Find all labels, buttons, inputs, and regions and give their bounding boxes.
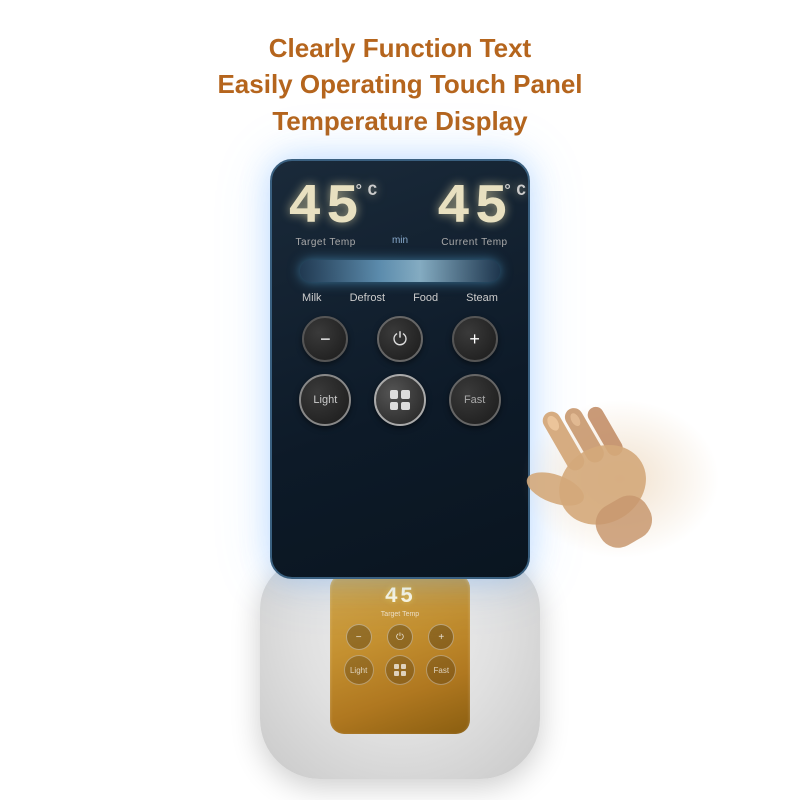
gold-bottom-row: Light Fast <box>338 655 462 685</box>
mode-food: Food <box>413 292 438 304</box>
header-line2: Easily Operating Touch Panel <box>217 66 582 102</box>
gold-grid-btn[interactable] <box>385 655 415 685</box>
bottom-btn-row: Light Fast <box>288 374 512 426</box>
power-icon: ⏻ <box>393 329 407 350</box>
gold-light-btn[interactable]: Light <box>344 655 374 685</box>
current-temp-block: 45°C Current Temp <box>437 179 512 248</box>
header-line3: Temperature Display <box>217 103 582 139</box>
mode-steam: Steam <box>466 292 498 304</box>
grid-cell-1 <box>390 390 399 399</box>
fast-button[interactable]: Fast <box>449 374 501 426</box>
gold-grid-cell-4 <box>401 671 406 676</box>
grid-button[interactable] <box>374 374 426 426</box>
target-temp-block: 45°C Target Temp <box>288 179 363 248</box>
power-button[interactable]: ⏻ <box>377 316 423 362</box>
device-body: 45 Target Temp − ⏻ + Light <box>260 559 540 779</box>
target-degree: °C <box>354 183 381 199</box>
grid-cell-4 <box>401 402 410 411</box>
gold-grid-cell-1 <box>394 664 399 669</box>
gold-fast-btn[interactable]: Fast <box>426 655 456 685</box>
min-badge: min <box>392 235 408 246</box>
gold-plus-btn[interactable]: + <box>428 624 454 650</box>
plus-button[interactable]: + <box>452 316 498 362</box>
main-btn-row: − ⏻ + <box>288 316 512 362</box>
header-line1: Clearly Function Text <box>217 30 582 66</box>
light-button[interactable]: Light <box>299 374 351 426</box>
gold-temp-display: 45 <box>385 584 415 609</box>
grid-cell-3 <box>390 402 399 411</box>
gold-panel: 45 Target Temp − ⏻ + Light <box>330 574 470 734</box>
target-temp-value: 45°C <box>288 179 363 235</box>
gold-grid-cell-2 <box>401 664 406 669</box>
hand-glow <box>520 399 720 559</box>
gold-btn-row: − ⏻ + <box>338 624 462 650</box>
device-base: 45 Target Temp − ⏻ + Light <box>260 549 540 779</box>
gold-grid-icon <box>394 664 406 676</box>
minus-button[interactable]: − <box>302 316 348 362</box>
touch-panel: 45°C Target Temp min 45°C Current Temp M… <box>270 159 530 579</box>
header-section: Clearly Function Text Easily Operating T… <box>217 30 582 139</box>
gold-grid-cell-3 <box>394 671 399 676</box>
scene-container: 45°C Target Temp min 45°C Current Temp M… <box>160 159 640 779</box>
mode-milk: Milk <box>302 292 322 304</box>
current-degree: °C <box>503 183 530 199</box>
mode-defrost: Defrost <box>350 292 385 304</box>
gold-target-label: Target Temp <box>381 611 419 618</box>
current-temp-value: 45°C <box>437 179 512 235</box>
grid-icon <box>390 390 410 410</box>
glow-bar <box>300 260 500 282</box>
temp-display-row: 45°C Target Temp min 45°C Current Temp <box>288 179 512 248</box>
mode-labels: Milk Defrost Food Steam <box>288 292 512 304</box>
grid-cell-2 <box>401 390 410 399</box>
gold-power-btn[interactable]: ⏻ <box>387 624 413 650</box>
gold-minus-btn[interactable]: − <box>346 624 372 650</box>
